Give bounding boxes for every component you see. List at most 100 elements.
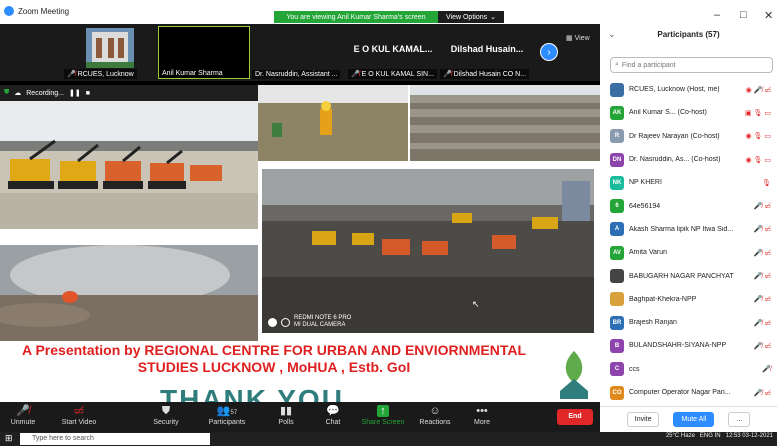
participant-row[interactable]: A Akash Sharma lipik NP Itwa Sid... 🎤̸ ▭̸ — [600, 218, 777, 241]
video-tile-anil[interactable]: Anil Kumar Sharma — [158, 26, 250, 79]
view-button[interactable]: ▦ View — [566, 34, 590, 42]
taskbar-search-input[interactable]: Type here to search — [20, 433, 210, 445]
participant-name: BULANDSHAHR-SIYANA-NPP — [629, 342, 727, 350]
participant-status-icons: 🎤̸ — [762, 366, 771, 374]
window-title: Zoom Meeting — [18, 6, 70, 16]
security-button[interactable]: ⛊ Security — [148, 404, 184, 426]
meeting-area: 🎤̸ RCUES, Lucknow Anil Kumar Sharma Dr. … — [0, 24, 600, 402]
presentation-title: A Presentation by REGIONAL CENTRE FOR UR… — [0, 342, 548, 376]
chevron-right-icon: › — [547, 47, 551, 58]
tile-name-text: RCUES, Lucknow — [77, 71, 134, 78]
video-tile-kulkamal[interactable]: E O KUL KAMAL... 🎤̸ E O KUL KAMAL SIN... — [348, 26, 438, 79]
participant-row[interactable]: R Dr Rajeev Narayan (Co-host) ◉ 🎙 ▭ — [600, 125, 777, 148]
maximize-button[interactable]: □ — [740, 9, 747, 21]
participants-actions: Invite Mute All ... — [600, 406, 777, 432]
participant-status-icons: 🎤̸ ▭̸ — [753, 389, 771, 397]
muted-mic-icon: 🎤̸ — [351, 71, 360, 78]
tile-big-name: Dilshad Husain... — [450, 44, 524, 54]
video-strip: 🎤̸ RCUES, Lucknow Anil Kumar Sharma Dr. … — [0, 24, 600, 81]
participant-name: Dr Rajeev Narayan (Co-host) — [629, 132, 720, 140]
more-label: More — [474, 419, 490, 426]
participant-name: NP KHERI — [629, 179, 662, 187]
participant-status-icons: 🎤̸ ▭̸ — [753, 296, 771, 304]
participant-name: 64e56194 — [629, 202, 661, 210]
participant-name: RCUES, Lucknow (Host, me) — [629, 86, 720, 94]
share-screen-button[interactable]: ↑ Share Screen — [360, 404, 406, 426]
clock[interactable]: 12:53 03-12-2021 — [726, 433, 773, 439]
participant-row[interactable]: AK Anil Kumar S... (Co-host) ▣ 🎙 ▭ — [600, 101, 777, 124]
end-meeting-button[interactable]: End — [557, 409, 593, 425]
camera-watermark: REDMI NOTE 6 PRO MI DUAL CAMERA — [268, 315, 351, 329]
participant-row[interactable]: RCUES, Lucknow (Host, me) ◉ 🎤̸ ▭̸ — [600, 78, 777, 101]
video-tile-rcues[interactable]: 🎤̸ RCUES, Lucknow — [64, 26, 156, 79]
start-video-label: Start Video — [61, 419, 97, 426]
participant-row[interactable]: BABUGARH NAGAR PANCHYAT 🎤̸ ▭̸ — [600, 264, 777, 287]
view-label: View — [574, 35, 590, 42]
start-video-button[interactable]: ▭̸ Start Video — [56, 404, 102, 426]
participant-name: Computer Operator Nagar Pan... — [629, 389, 731, 396]
video-tile-dilshad[interactable]: Dilshad Husain... 🎤̸ Dilshad Husain CO N… — [440, 26, 534, 79]
tile-name: Dr. Nasruddin, Assistant ... — [252, 70, 341, 79]
more-button[interactable]: ••• More — [470, 404, 494, 426]
stop-icon[interactable]: ■ — [86, 90, 90, 97]
participant-row[interactable]: B BULANDSHAHR-SIYANA-NPP 🎤̸ ▭̸ — [600, 334, 777, 357]
avatar — [610, 292, 624, 307]
tile-name: Anil Kumar Sharma — [159, 69, 226, 78]
invite-button[interactable]: Invite — [626, 412, 660, 427]
windows-start-icon[interactable]: ⊞ — [5, 433, 13, 444]
participants-header: Participants (57) — [657, 30, 720, 39]
participant-row[interactable]: Cccs 🎤̸ — [600, 358, 777, 381]
avatar: 6 — [610, 199, 624, 214]
participant-name: BABUGARH NAGAR PANCHYAT — [629, 272, 734, 280]
presentation-title-line2: STUDIES LUCKNOW , MoHUA , Estb. GoI — [137, 359, 411, 375]
minimize-button[interactable]: – — [714, 9, 720, 21]
participant-search-input[interactable]: ⌕ Find a participant — [610, 57, 773, 73]
participant-row[interactable]: CO Computer Operator Nagar Pan... 🎤̸ ▭̸ — [600, 381, 777, 404]
participant-row[interactable]: NK NP KHERI 🎙 — [600, 171, 777, 194]
participant-name: Anil Kumar S... (Co-host) — [629, 109, 707, 117]
tile-big-name: E O KUL KAMAL... — [353, 44, 433, 54]
next-page-button[interactable]: › — [540, 43, 558, 61]
participant-row[interactable]: AV Amita Varun 🎤̸ ▭̸ — [600, 241, 777, 264]
security-label: Security — [153, 419, 179, 426]
tile-name-text: E O KUL KAMAL SIN... — [361, 71, 434, 78]
more-options-button[interactable]: ... — [728, 412, 751, 427]
avatar: NK — [610, 175, 624, 190]
reactions-button[interactable]: ☺ Reactions — [418, 404, 452, 426]
participant-status-icons: ◉ 🎙 ▭ — [745, 156, 772, 164]
chat-button[interactable]: 💬 Chat — [320, 404, 346, 426]
photo-landfill-site: REDMI NOTE 6 PRO MI DUAL CAMERA ↖ — [262, 169, 594, 333]
lang-sub-text: IN — [714, 433, 721, 439]
video-tile-nasruddin[interactable]: Dr. Nasruddin, Assistant ... — [252, 26, 346, 79]
clock-date: 03-12-2021 — [742, 433, 773, 439]
clock-time: 12:53 — [725, 433, 741, 439]
screen-share-banner: You are viewing Anil Kumar Sharma's scre… — [274, 11, 504, 23]
participant-status-icons: ◉ 🎤̸ ▭̸ — [745, 86, 771, 94]
system-tray: 25°C Haze ENG IN 12:53 03-12-2021 — [666, 433, 773, 439]
participant-row[interactable]: BR Brajesh Ranjan 🎤̸ ▭̸ — [600, 311, 777, 334]
polls-button[interactable]: ▮▮ Polls — [274, 404, 298, 426]
people-icon: 👥57 — [216, 405, 238, 417]
title-bar: Zoom Meeting You are viewing Anil Kumar … — [0, 0, 777, 24]
reactions-label: Reactions — [419, 419, 451, 426]
participant-row[interactable]: 6 64e56194 🎤̸ ▭̸ — [600, 194, 777, 217]
participant-row[interactable]: Baghpat-Khekra-NPP 🎤̸ ▭̸ — [600, 288, 777, 311]
participant-status-icons: 🎤̸ ▭̸ — [753, 249, 771, 257]
unmute-button[interactable]: 🎤̸ Unmute — [6, 404, 40, 426]
shield-icon: ⛊ — [4, 89, 10, 96]
pause-icon[interactable]: ❚❚ — [69, 89, 81, 97]
language-indicator[interactable]: ENG IN — [700, 433, 721, 439]
shared-screen: ⛊ ☁ Recording... ❚❚ ■ REDMI NOTE 6 PRO M… — [0, 85, 600, 402]
view-options-button[interactable]: View Options ⌄ — [438, 11, 504, 23]
share-screen-label: Share Screen — [361, 419, 405, 426]
photo-worker — [258, 85, 408, 161]
close-button[interactable]: ✕ — [764, 9, 773, 22]
polls-icon: ▮▮ — [279, 405, 293, 417]
mouse-cursor-icon: ↖ — [472, 299, 480, 309]
shield-icon: ⛊ — [161, 405, 171, 417]
mute-all-button[interactable]: Mute All — [673, 412, 715, 427]
participants-button[interactable]: 👥57 Participants — [204, 404, 250, 426]
participant-row[interactable]: DN Dr. Nasruddin, As... (Co-host) ◉ 🎙 ▭ — [600, 148, 777, 171]
chat-label: Chat — [325, 419, 341, 426]
participant-status-icons: ◉ 🎙 ▭ — [745, 133, 772, 141]
